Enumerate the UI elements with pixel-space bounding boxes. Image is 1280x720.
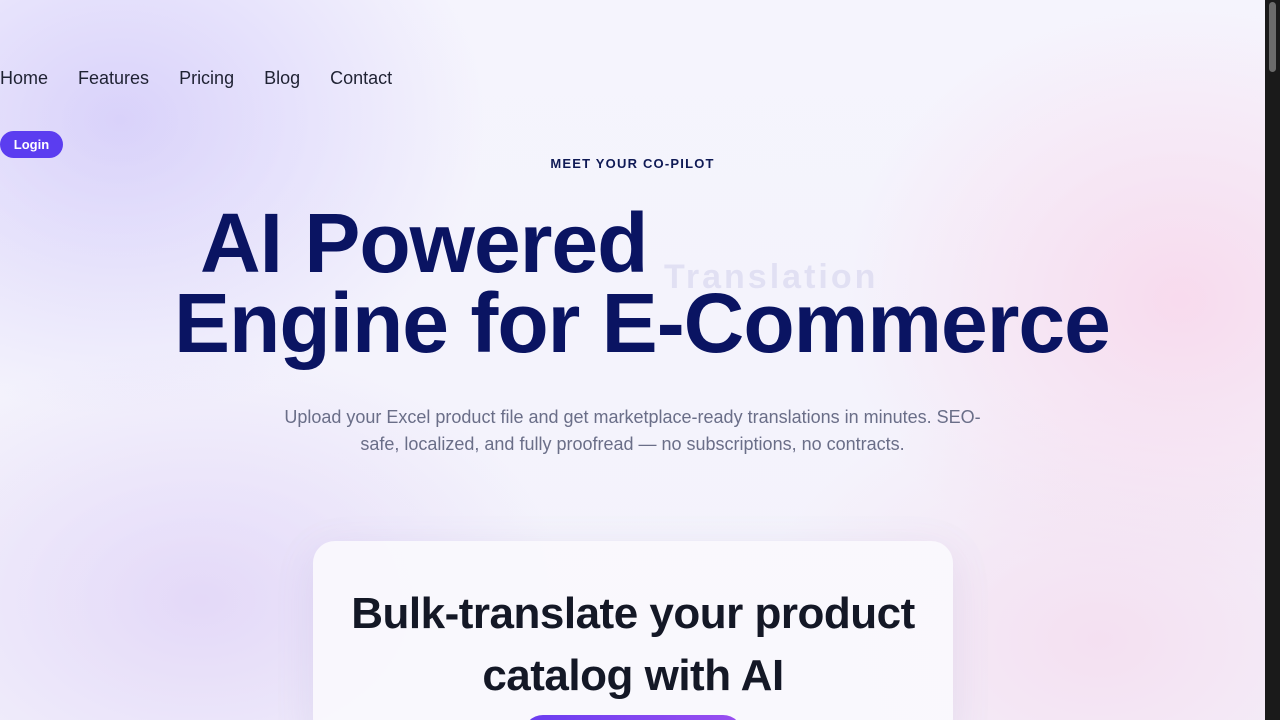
- hero-subtitle: Upload your Excel product file and get m…: [284, 407, 981, 454]
- card-cta-button[interactable]: [523, 715, 743, 720]
- card-title: Bulk-translate your product catalog with…: [351, 589, 915, 700]
- scrollbar-thumb[interactable]: [1269, 2, 1276, 72]
- headline-line-2: Engine for E-Commerce: [174, 276, 1111, 370]
- upload-card: Bulk-translate your product catalog with…: [313, 541, 953, 720]
- hero-headline: AI Powered Translation Engine for E-Comm…: [0, 0, 1265, 380]
- page-scrollbar[interactable]: [1265, 0, 1280, 720]
